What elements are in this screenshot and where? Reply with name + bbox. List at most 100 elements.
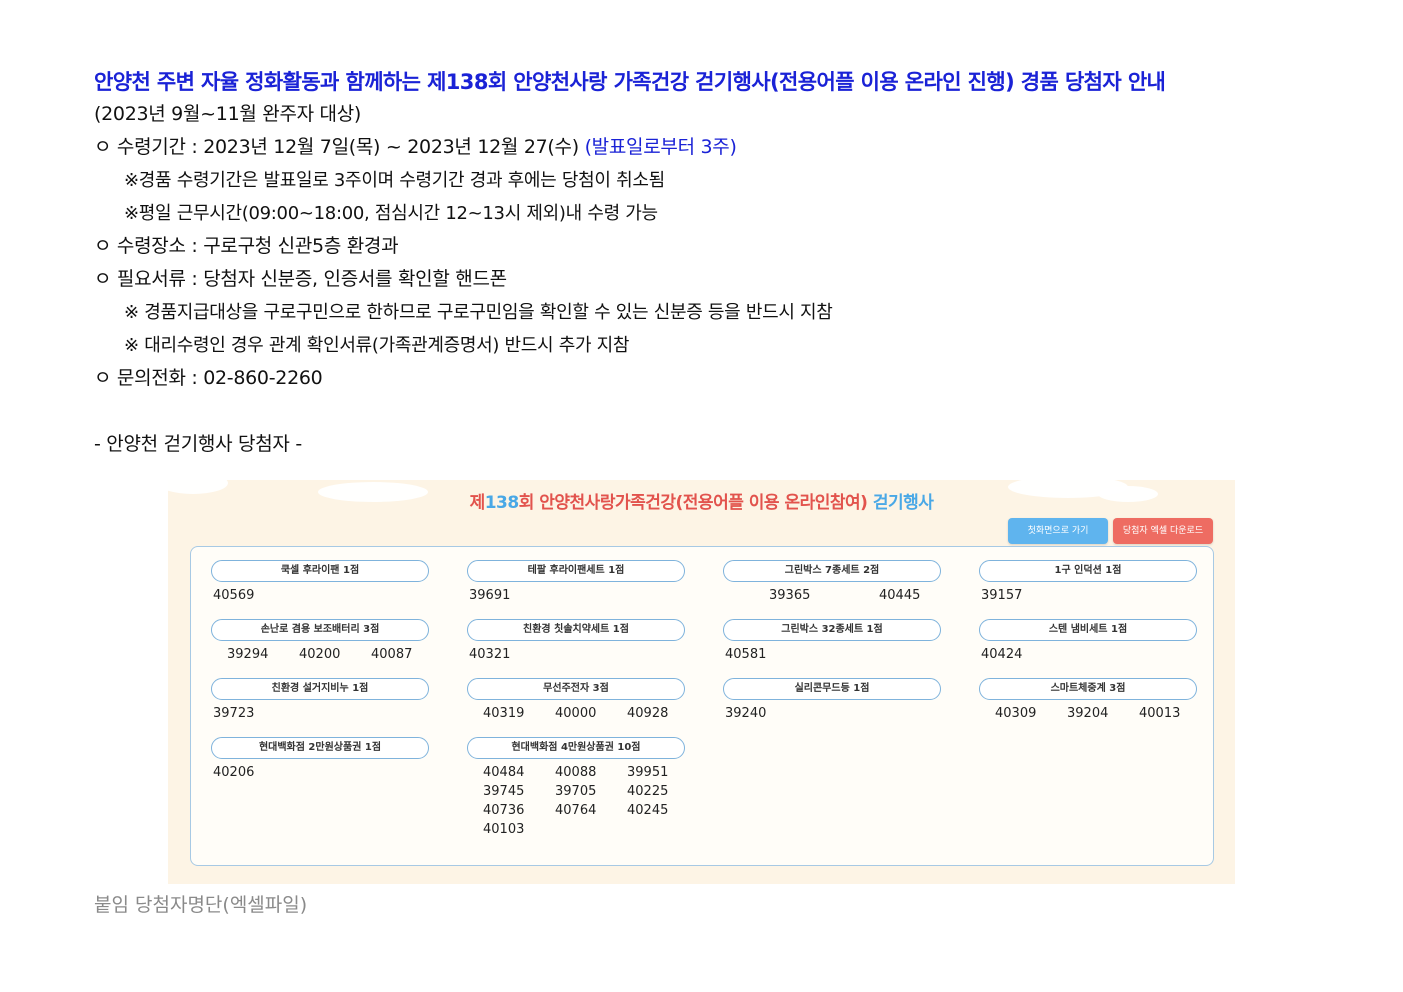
go-home-button[interactable]: 첫화면으로 가기 [1008,518,1108,544]
prize-name: 무선주전자 3점 [467,678,685,700]
docs-note-1: ※ 경품지급대상을 구로구민으로 한하므로 구로구민임을 확인할 수 있는 신분… [124,302,833,323]
winner-number: 39204 [1067,706,1109,721]
winner-list: 39723 [211,706,429,721]
prize-name: 현대백화점 4만원상품권 10점 [467,737,685,759]
prize-item: 무선주전자 3점 40319 40000 40928 [467,678,685,737]
period-note: (발표일로부터 3주) [584,136,737,158]
winner-list: 40319 40000 40928 [467,706,685,721]
panel-title-b: 회 안양천사랑가족건강(전용어플 이용 온라인참여) [518,493,873,513]
prize-name: 스마트체중계 3점 [979,678,1197,700]
winner-number: 40319 [483,706,525,721]
place-line: ㅇ 수령장소 : 구로구청 신관5층 환경과 [94,235,399,257]
winner-number: 40764 [555,803,597,818]
prize-item: 스텐 냄비세트 1점 40424 [979,619,1197,678]
winner-number: 40424 [981,647,1023,662]
winner-list: 40424 [979,647,1197,662]
prize-column-2: 테팔 후라이팬세트 1점 39691 친환경 칫솔치약세트 1점 40321 무… [467,560,685,837]
prize-item: 현대백화점 4만원상품권 10점 40484 40088 39951 39745… [467,737,685,837]
winner-list: 40309 39204 40013 [979,706,1197,721]
winner-number: 40088 [555,765,597,780]
prize-name: 1구 인덕션 1점 [979,560,1197,582]
prize-name: 손난로 겸용 보조배터리 3점 [211,619,429,641]
winner-number: 40484 [483,765,525,780]
notice-title: 안양천 주변 자율 정화활동과 함께하는 제138회 안양천사랑 가족건강 걷기… [94,70,1166,94]
winner-list: 39157 [979,588,1197,603]
winner-list: 40206 [211,765,429,780]
winner-list: 40581 [723,647,941,662]
prize-name: 친환경 설거지비누 1점 [211,678,429,700]
winner-number: 39365 [769,588,811,603]
excel-download-button[interactable]: 당첨자 엑셀 다운로드 [1113,518,1213,544]
prize-name: 실리콘무드등 1점 [723,678,941,700]
attachment-note: 붙임 당첨자명단(엑셀파일) [94,894,308,916]
panel-title-a: 제 [469,493,486,513]
prize-name: 친환경 칫솔치약세트 1점 [467,619,685,641]
winner-list: 39365 40445 [723,588,941,603]
winner-number: 40000 [555,706,597,721]
winner-number: 40245 [627,803,669,818]
prize-column-4: 1구 인덕션 1점 39157 스텐 냄비세트 1점 40424 스마트체중계 … [979,560,1197,737]
prize-item: 현대백화점 2만원상품권 1점 40206 [211,737,429,796]
winner-number: 39723 [213,706,255,721]
winner-number: 39294 [227,647,269,662]
target-line: (2023년 9월~11월 완주자 대상) [94,103,362,125]
prize-item: 1구 인덕션 1점 39157 [979,560,1197,619]
panel-title: 제138회 안양천사랑가족건강(전용어플 이용 온라인참여) 걷기행사 [168,488,1235,513]
prize-name: 스텐 냄비세트 1점 [979,619,1197,641]
winner-number: 40928 [627,706,669,721]
prize-item: 친환경 칫솔치약세트 1점 40321 [467,619,685,678]
winner-number: 40225 [627,784,669,799]
winner-number: 40103 [483,822,525,837]
winner-number: 39745 [483,784,525,799]
prize-item: 그린박스 32종세트 1점 40581 [723,619,941,678]
winners-screenshot: 제138회 안양천사랑가족건강(전용어플 이용 온라인참여) 걷기행사 첫화면으… [168,480,1235,884]
winner-list: 40484 40088 39951 39745 39705 40225 4073… [467,765,685,837]
winner-number: 39157 [981,588,1023,603]
prize-name: 테팔 후라이팬세트 1점 [467,560,685,582]
winner-list: 40569 [211,588,429,603]
winner-number: 40309 [995,706,1037,721]
docs-line: ㅇ 필요서류 : 당첨자 신분증, 인증서를 확인할 핸드폰 [94,268,507,290]
prize-item: 테팔 후라이팬세트 1점 39691 [467,560,685,619]
prize-name: 그린박스 32종세트 1점 [723,619,941,641]
prize-item: 친환경 설거지비누 1점 39723 [211,678,429,737]
prize-name: 쿡셀 후라이팬 1점 [211,560,429,582]
prize-name: 현대백화점 2만원상품권 1점 [211,737,429,759]
winner-list: 39240 [723,706,941,721]
prize-item: 실리콘무드등 1점 39240 [723,678,941,737]
prize-item: 스마트체중계 3점 40309 39204 40013 [979,678,1197,737]
winner-number: 39705 [555,784,597,799]
winner-list: 40321 [467,647,685,662]
winner-number: 40445 [879,588,921,603]
panel-title-num: 138 [484,493,520,513]
note-line-1: ※경품 수령기간은 발표일로 3주이며 수령기간 경과 후에는 당첨이 취소됨 [124,170,665,191]
period-text: ㅇ 수령기간 : 2023년 12월 7일(목) ~ 2023년 12월 27(… [94,136,585,158]
period-line: ㅇ 수령기간 : 2023년 12월 7일(목) ~ 2023년 12월 27(… [94,131,1324,164]
phone-line: ㅇ 문의전화 : 02-860-2260 [94,367,323,389]
winner-number: 40736 [483,803,525,818]
note-line-2: ※평일 근무시간(09:00~18:00, 점심시간 12~13시 제외)내 수… [124,203,658,224]
winner-list: 39691 [467,588,685,603]
winner-number: 40013 [1139,706,1181,721]
prize-board: 쿡셀 후라이팬 1점 40569 손난로 겸용 보조배터리 3점 39294 40… [190,546,1214,866]
winner-number: 39691 [469,588,511,603]
winner-number: 40569 [213,588,255,603]
winner-number: 40200 [299,647,341,662]
prize-item: 손난로 겸용 보조배터리 3점 39294 40200 40087 [211,619,429,678]
notice-document: 안양천 주변 자율 정화활동과 함께하는 제138회 안양천사랑 가족건강 걷기… [94,66,1324,461]
winner-list: 39294 40200 40087 [211,647,429,662]
prize-name: 그린박스 7종세트 2점 [723,560,941,582]
prize-item: 쿡셀 후라이팬 1점 40569 [211,560,429,619]
winner-number: 40321 [469,647,511,662]
winner-number: 40087 [371,647,413,662]
winner-number: 39240 [725,706,767,721]
panel-title-tail: 걷기행사 [872,493,934,513]
section-heading: - 안양천 걷기행사 당첨자 - [94,433,302,455]
winner-number: 39951 [627,765,669,780]
winner-number: 40581 [725,647,767,662]
prize-column-1: 쿡셀 후라이팬 1점 40569 손난로 겸용 보조배터리 3점 39294 40… [211,560,429,796]
docs-note-2: ※ 대리수령인 경우 관계 확인서류(가족관계증명서) 반드시 추가 지참 [124,335,630,356]
prize-column-3: 그린박스 7종세트 2점 39365 40445 그린박스 32종세트 1점 40… [723,560,941,737]
prize-item: 그린박스 7종세트 2점 39365 40445 [723,560,941,619]
